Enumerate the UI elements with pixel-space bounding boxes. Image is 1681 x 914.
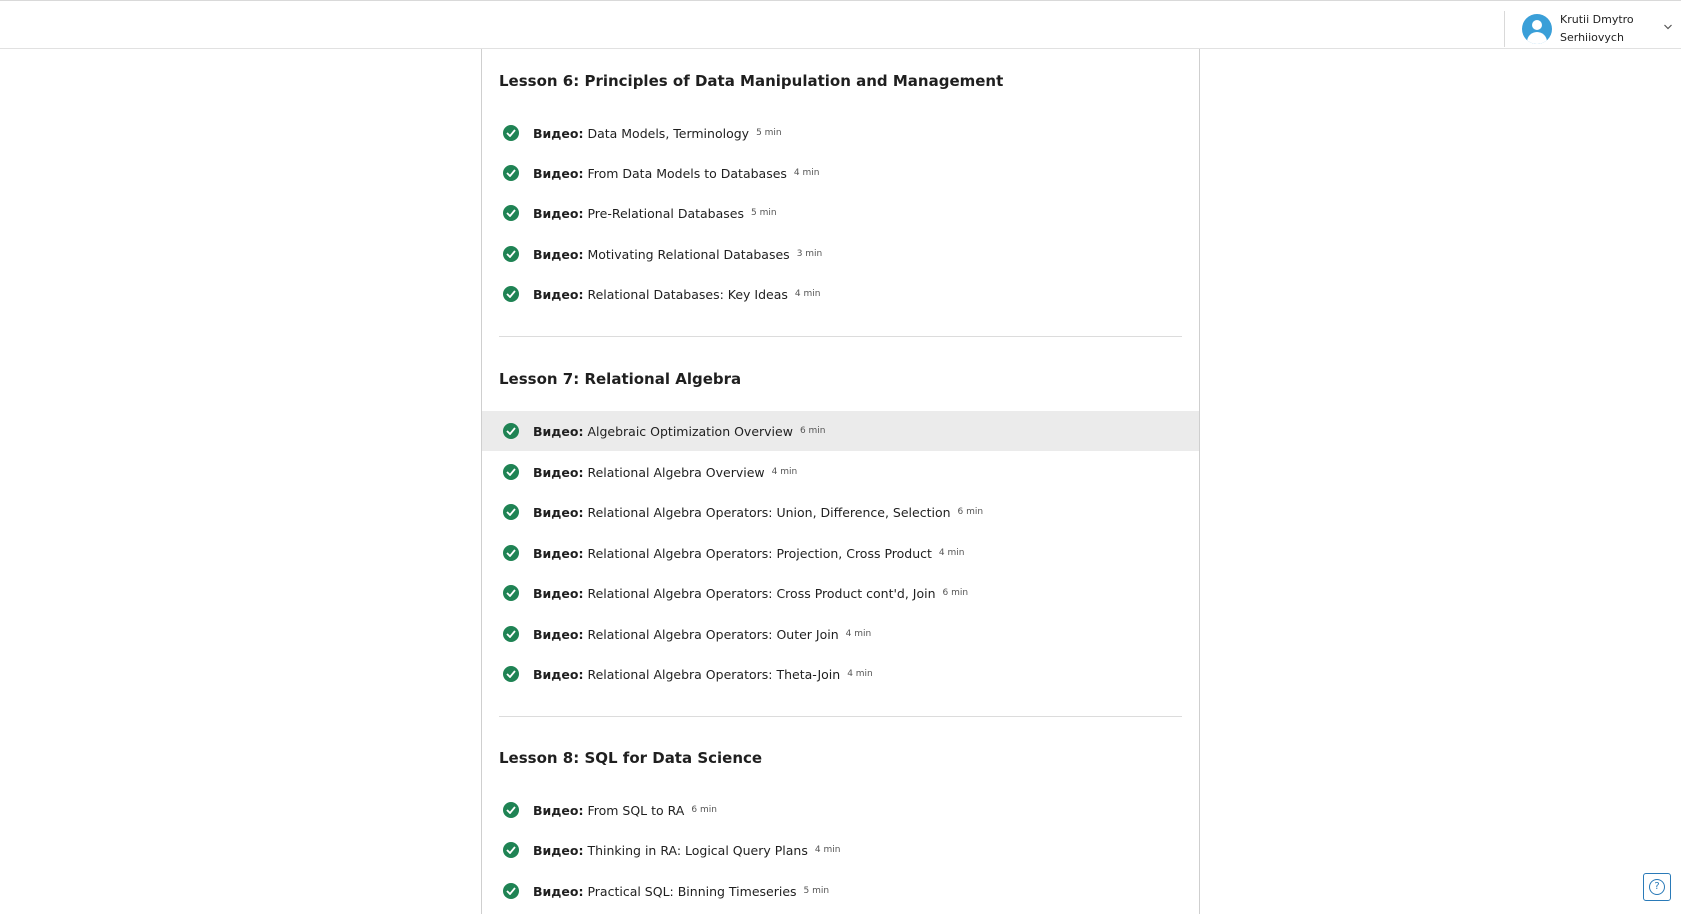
lesson-item[interactable]: Видео: Practical SQL: Binning Timeseries… [482, 871, 1199, 911]
item-title: Relational Algebra Operators: Theta-Join [587, 666, 841, 682]
item-type-label: Видео: [533, 286, 584, 302]
completed-check-icon [503, 666, 519, 682]
item-duration: 6 min [691, 805, 717, 815]
completed-check-icon [503, 842, 519, 858]
item-title: Relational Algebra Operators: Outer Join [587, 626, 839, 642]
item-title: Relational Algebra Overview [587, 464, 765, 480]
item-title: Relational Algebra Operators: Union, Dif… [587, 504, 951, 520]
completed-check-icon [503, 286, 519, 302]
lesson-divider [499, 336, 1182, 337]
item-duration: 5 min [756, 128, 782, 138]
user-avatar-icon [1522, 14, 1552, 44]
item-duration: 4 min [814, 845, 841, 855]
lesson-item[interactable]: Видео: Data Models, Terminology 5 min [482, 113, 1199, 153]
lesson-item[interactable]: Видео: Relational Algebra Operators: The… [482, 654, 1199, 694]
top-bar: Krutii Dmytro Serhiiovych [0, 0, 1681, 49]
item-type-label: Видео: [533, 205, 584, 221]
lesson-item[interactable]: Видео: Relational Algebra Operators: Uni… [482, 492, 1199, 532]
completed-check-icon [503, 545, 519, 561]
lesson-divider [499, 716, 1182, 717]
item-title: Pre-Relational Databases [587, 205, 744, 221]
item-duration: 5 min [803, 886, 830, 896]
item-type-label: Видео: [533, 165, 584, 181]
item-duration: 4 min [938, 548, 965, 558]
help-icon: ? [1649, 879, 1665, 895]
item-type-label: Видео: [533, 842, 584, 858]
lesson-item[interactable]: Видео: Relational Databases: Key Ideas 4… [482, 274, 1199, 314]
item-title: Relational Databases: Key Ideas [587, 286, 788, 302]
lesson-title: Lesson 6: Principles of Data Manipulatio… [499, 72, 1004, 90]
item-duration: 6 min [957, 507, 984, 517]
item-title: Practical SQL: Binning Timeseries [587, 883, 797, 899]
completed-check-icon [503, 246, 519, 262]
user-name: Krutii Dmytro Serhiiovych [1560, 13, 1634, 44]
completed-check-icon [503, 165, 519, 181]
item-type-label: Видео: [533, 246, 584, 262]
completed-check-icon [503, 626, 519, 642]
item-type-label: Видео: [533, 585, 584, 601]
item-title: From SQL to RA [587, 802, 685, 818]
lesson-item[interactable]: Видео: From SQL to RA 6 min [482, 790, 1199, 830]
lesson-item[interactable]: Видео: Pre-Relational Databases 5 min [482, 193, 1199, 233]
lesson-item-selected[interactable]: Видео: Algebraic Optimization Overview 6… [482, 411, 1199, 451]
completed-check-icon [503, 125, 519, 141]
item-type-label: Видео: [533, 883, 584, 899]
completed-check-icon [503, 504, 519, 520]
lesson-item[interactable]: Видео: Relational Algebra Operators: Pro… [482, 533, 1199, 573]
item-duration: 5 min [751, 208, 777, 218]
item-duration: 4 min [793, 168, 820, 178]
item-type-label: Видео: [533, 545, 584, 561]
lesson-title: Lesson 8: SQL for Data Science [499, 749, 763, 767]
completed-check-icon [503, 883, 519, 899]
item-duration: 4 min [847, 669, 873, 679]
item-duration: 4 min [845, 629, 872, 639]
header-divider [1504, 11, 1505, 47]
completed-check-icon [503, 585, 519, 601]
lesson-item[interactable]: Видео: Thinking in RA: Logical Query Pla… [482, 830, 1199, 870]
lesson-item[interactable]: Видео: Relational Algebra Operators: Out… [482, 614, 1199, 654]
completed-check-icon [503, 205, 519, 221]
item-title: Algebraic Optimization Overview [587, 423, 793, 439]
item-title: Data Models, Terminology [587, 125, 750, 141]
item-duration: 4 min [771, 467, 798, 477]
item-type-label: Видео: [533, 504, 584, 520]
course-content-panel: Lesson 6: Principles of Data Manipulatio… [481, 49, 1200, 914]
item-title: Motivating Relational Databases [587, 246, 790, 262]
help-button[interactable]: ? [1643, 873, 1671, 901]
item-duration: 3 min [796, 249, 823, 259]
item-type-label: Видео: [533, 626, 584, 642]
item-duration: 4 min [794, 289, 821, 299]
item-duration: 6 min [799, 426, 826, 436]
chevron-down-icon[interactable] [1664, 23, 1672, 31]
completed-check-icon [503, 802, 519, 818]
item-title: Relational Algebra Operators: Projection… [587, 545, 932, 561]
user-menu[interactable]: Krutii Dmytro Serhiiovych [1522, 11, 1652, 47]
lesson-item[interactable]: Видео: Relational Algebra Overview 4 min [482, 452, 1199, 492]
item-type-label: Видео: [533, 125, 584, 141]
item-duration: 6 min [942, 588, 969, 598]
item-type-label: Видео: [533, 802, 584, 818]
lesson-item[interactable]: Видео: Relational Algebra Operators: Cro… [482, 573, 1199, 613]
lesson-item[interactable]: Видео: Motivating Relational Databases 3… [482, 234, 1199, 274]
item-title: Relational Algebra Operators: Cross Prod… [587, 585, 936, 601]
item-type-label: Видео: [533, 666, 584, 682]
item-type-label: Видео: [533, 464, 584, 480]
completed-check-icon [503, 464, 519, 480]
completed-check-icon [503, 423, 519, 439]
item-title: Thinking in RA: Logical Query Plans [587, 842, 808, 858]
item-type-label: Видео: [533, 423, 584, 439]
lesson-title: Lesson 7: Relational Algebra [499, 370, 742, 388]
item-title: From Data Models to Databases [587, 165, 787, 181]
lesson-item[interactable]: Видео: From Data Models to Databases 4 m… [482, 153, 1199, 193]
